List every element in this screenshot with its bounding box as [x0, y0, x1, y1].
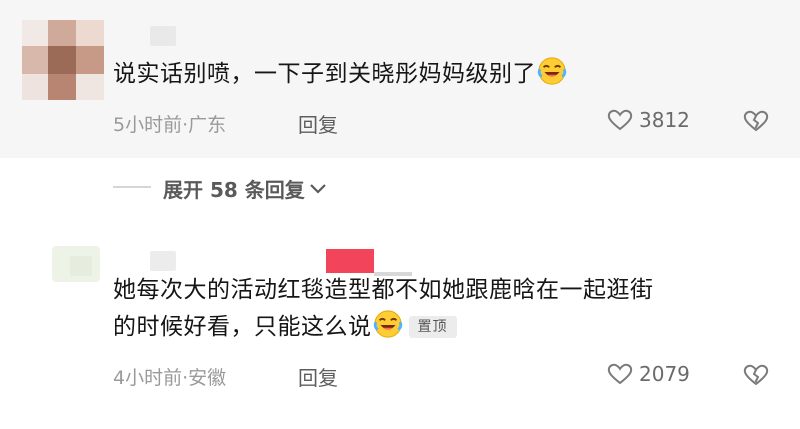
pinned-badge: 置顶: [408, 316, 457, 338]
broken-heart-icon: [743, 110, 769, 132]
dislike-button[interactable]: [743, 109, 769, 137]
dislike-button[interactable]: [743, 363, 769, 391]
comment-meta: 5小时前·广东: [113, 114, 227, 136]
redacted-block: [326, 249, 374, 273]
chevron-down-icon: [309, 183, 326, 194]
avatar-blurred[interactable]: [52, 246, 100, 282]
rolling-laughing-emoji-icon: [537, 57, 567, 85]
heart-outline-icon: [607, 363, 633, 385]
like-button[interactable]: 3812: [607, 108, 690, 132]
expand-replies-label: 展开 58 条回复: [163, 178, 305, 202]
comment-text-line-1: 她每次大的活动红毯造型都不如她跟鹿晗在一起逛街: [113, 277, 654, 303]
like-count: 3812: [639, 108, 690, 132]
like-count: 2079: [639, 362, 690, 386]
comment-meta: 4小时前·安徽: [113, 367, 227, 389]
heart-outline-icon: [607, 109, 633, 131]
comment-text: 她每次大的活动红毯造型都不如她跟鹿晗在一起逛街 的时候好看，只能这么说 置顶: [113, 272, 654, 346]
comment-text-line-2: 的时候好看，只能这么说 置顶: [113, 309, 654, 346]
avatar-blurred[interactable]: [22, 20, 104, 100]
expand-divider: [113, 186, 151, 188]
comment-text-line-2-content: 的时候好看，只能这么说: [113, 314, 372, 340]
rolling-laughing-emoji-icon: [373, 310, 402, 338]
username-blurred[interactable]: [150, 251, 176, 271]
reply-button[interactable]: 回复: [298, 109, 338, 138]
username-blurred[interactable]: [150, 26, 176, 46]
like-button[interactable]: 2079: [607, 362, 690, 386]
reply-button[interactable]: 回复: [298, 362, 338, 391]
comment-text-content: 说实话别喷，一下子到关晓彤妈妈级别了: [113, 61, 536, 87]
broken-heart-icon: [743, 364, 769, 386]
expand-replies-button[interactable]: 展开 58 条回复: [163, 174, 327, 203]
comment-text: 说实话别喷，一下子到关晓彤妈妈级别了: [113, 56, 567, 93]
